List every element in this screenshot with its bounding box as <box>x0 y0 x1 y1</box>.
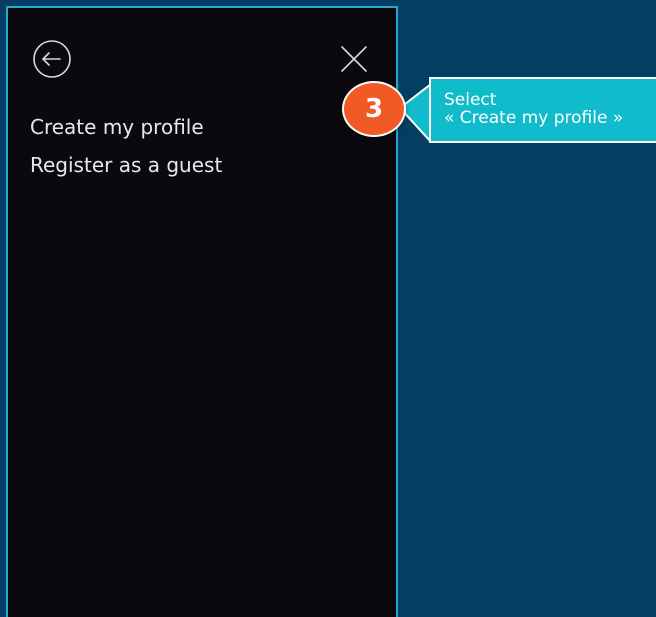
menu-item-register-guest[interactable]: Register as a guest <box>30 146 222 184</box>
menu-list: Create my profile Register as a guest <box>30 108 222 184</box>
instruction-callout: Select « Create my profile » <box>429 77 656 143</box>
menu-item-create-profile[interactable]: Create my profile <box>30 108 222 146</box>
close-button[interactable] <box>338 43 370 75</box>
callout-line-1: Select <box>444 90 497 110</box>
back-button[interactable] <box>32 39 72 79</box>
back-arrow-circle-icon <box>33 40 71 78</box>
menu-panel: Create my profile Register as a guest <box>6 6 398 617</box>
tutorial-stage: Create my profile Register as a guest Se… <box>0 0 656 617</box>
callout-line-2: « Create my profile » <box>444 108 624 128</box>
close-icon <box>341 46 367 72</box>
step-number-badge: 3 <box>342 81 406 137</box>
